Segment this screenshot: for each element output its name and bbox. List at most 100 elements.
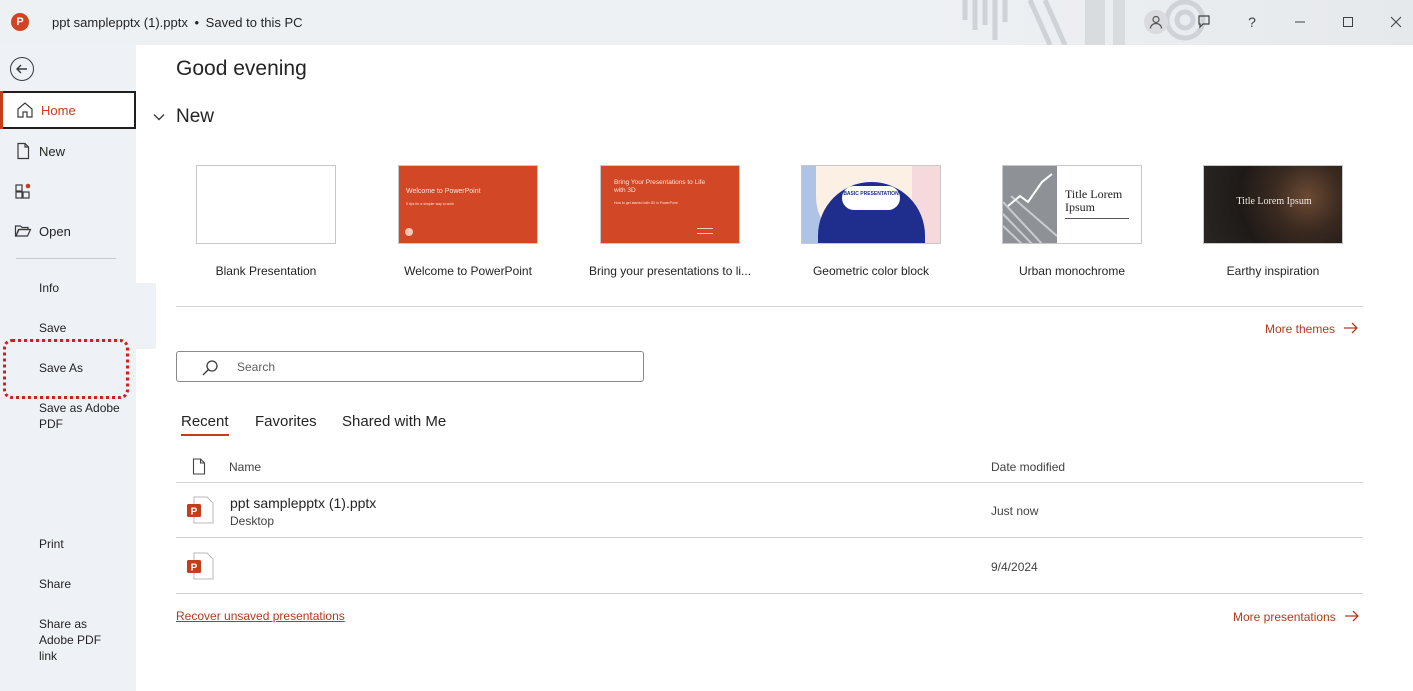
sidebar-item-label: New xyxy=(39,143,66,159)
more-presentations-link[interactable]: More presentations xyxy=(1233,610,1360,624)
minimize-icon xyxy=(1295,21,1305,23)
search-input[interactable]: Search xyxy=(176,351,644,382)
greeting-heading: Good evening xyxy=(176,57,307,80)
document-title[interactable]: ppt samplepptx (1).pptx • Saved to this … xyxy=(52,15,303,30)
maximize-button[interactable] xyxy=(1333,8,1363,36)
table-divider xyxy=(176,482,1363,483)
pptx-file-icon: P xyxy=(187,552,214,580)
title-bar: P ppt samplepptx (1).pptx • Saved to thi… xyxy=(0,0,1413,45)
template-thumbnail: Title Lorem Ipsum xyxy=(1203,165,1343,244)
thumbnail-footer xyxy=(697,228,713,234)
template-thumbnail: BASIC PRESENTATION xyxy=(801,165,941,244)
template-thumbnail xyxy=(196,165,336,244)
file-date: 9/4/2024 xyxy=(991,560,1038,574)
template-geometric[interactable]: BASIC PRESENTATION Geometric color block xyxy=(801,165,941,278)
sidebar-item-info[interactable]: Info xyxy=(39,280,59,296)
template-thumbnail: Title Lorem Ipsum xyxy=(1002,165,1142,244)
svg-text:P: P xyxy=(191,507,198,518)
tab-favorites[interactable]: Favorites xyxy=(255,413,317,430)
decorative-pattern xyxy=(962,0,1206,45)
thumbnail-logo xyxy=(405,228,413,236)
thumbnail-title: Bring Your Presentations to Life with 3D xyxy=(614,179,706,194)
template-caption: Geometric color block xyxy=(812,264,930,278)
template-thumbnail: Welcome to PowerPoint 5 tips for a simpl… xyxy=(398,165,538,244)
section-divider xyxy=(176,306,1363,307)
annotation-highlight-box xyxy=(3,339,129,399)
svg-text:P: P xyxy=(191,563,198,574)
thumbnail-title: Title Lorem Ipsum xyxy=(1236,196,1312,207)
sidebar-item-new[interactable]: New xyxy=(0,132,136,170)
thumbnail-title: Title Lorem Ipsum xyxy=(1065,187,1123,214)
title-separator: • xyxy=(194,15,200,30)
tab-shared[interactable]: Shared with Me xyxy=(342,413,446,430)
file-name: ppt samplepptx (1).pptx xyxy=(230,495,377,511)
maximize-icon xyxy=(1343,17,1353,27)
sidebar-item-save-as-pdf[interactable]: Save as Adobe PDF xyxy=(39,400,125,432)
thumbnail-subtitle: How to get started with 3D in PowerPoint xyxy=(614,201,678,205)
file-date: Just now xyxy=(991,504,1039,518)
template-blank[interactable]: Blank Presentation xyxy=(196,165,336,278)
template-welcome[interactable]: Welcome to PowerPoint 5 tips for a simpl… xyxy=(398,165,538,278)
template-urban[interactable]: Title Lorem Ipsum Urban monochrome xyxy=(1002,165,1142,278)
search-icon xyxy=(202,360,218,376)
home-icon xyxy=(16,101,34,119)
tab-recent[interactable]: Recent xyxy=(181,413,229,436)
save-status: Saved to this PC xyxy=(205,15,303,30)
arrow-right-icon xyxy=(1344,322,1359,334)
account-avatar[interactable] xyxy=(1144,10,1168,34)
template-caption: Welcome to PowerPoint xyxy=(404,264,532,278)
person-icon xyxy=(1149,15,1163,29)
arrow-left-icon xyxy=(16,64,27,74)
addin-icon xyxy=(14,182,32,200)
sidebar-item-print[interactable]: Print xyxy=(39,536,64,552)
more-themes-link[interactable]: More themes xyxy=(1265,322,1359,336)
chevron-down-icon[interactable] xyxy=(152,110,166,124)
thumbnail-photo xyxy=(1003,166,1057,243)
file-name: ppt samplepptx (1).pptx xyxy=(52,15,188,30)
table-divider xyxy=(176,593,1363,594)
template-3d[interactable]: Bring Your Presentations to Life with 3D… xyxy=(589,165,751,278)
thumbnail-rule xyxy=(1065,218,1129,219)
arrow-right-icon xyxy=(1345,610,1359,622)
sidebar-hover-tab xyxy=(136,283,156,349)
template-thumbnail: Bring Your Presentations to Life with 3D… xyxy=(600,165,740,244)
sidebar-item-addin[interactable] xyxy=(0,172,136,210)
minimize-button[interactable] xyxy=(1285,8,1315,36)
column-header-name[interactable]: Name xyxy=(229,460,261,474)
close-icon xyxy=(1390,16,1402,28)
sidebar-item-open[interactable]: Open xyxy=(0,212,136,250)
new-document-icon xyxy=(14,142,32,160)
column-header-date[interactable]: Date modified xyxy=(991,460,1065,474)
template-earthy[interactable]: Title Lorem Ipsum Earthy inspiration xyxy=(1203,165,1343,278)
pptx-file-icon: P xyxy=(187,496,214,524)
new-section-heading: New xyxy=(176,106,215,127)
file-type-icon xyxy=(192,458,206,475)
search-placeholder: Search xyxy=(237,360,276,374)
thumbnail-title: BASIC PRESENTATION xyxy=(843,191,899,197)
sidebar-item-share[interactable]: Share xyxy=(39,576,71,592)
template-caption: Earthy inspiration xyxy=(1226,264,1320,278)
powerpoint-logo-icon: P xyxy=(11,13,29,31)
more-presentations-label: More presentations xyxy=(1233,610,1336,624)
table-divider xyxy=(176,537,1363,538)
thumbnail-subtitle: 5 tips for a simpler way to work xyxy=(406,202,455,206)
thumbnail-card xyxy=(842,186,900,210)
sidebar-item-share-pdf-link[interactable]: Share as Adobe PDF link xyxy=(39,616,105,664)
close-button[interactable] xyxy=(1381,8,1411,36)
template-caption: Bring your presentations to li... xyxy=(588,264,752,278)
sidebar-divider xyxy=(16,258,116,259)
folder-open-icon xyxy=(14,222,32,240)
feedback-button[interactable] xyxy=(1189,8,1219,36)
sidebar-item-home[interactable]: Home xyxy=(0,91,136,129)
template-caption: Blank Presentation xyxy=(215,264,317,278)
more-themes-label: More themes xyxy=(1265,322,1336,336)
feedback-icon xyxy=(1198,15,1210,29)
thumbnail-title: Welcome to PowerPoint xyxy=(406,188,481,195)
sidebar-item-label: Home xyxy=(41,102,76,118)
sidebar-item-save[interactable]: Save xyxy=(39,320,66,336)
back-button[interactable] xyxy=(10,57,34,81)
recover-unsaved-link[interactable]: Recover unsaved presentations xyxy=(176,609,345,623)
file-location: Desktop xyxy=(230,514,275,528)
template-caption: Urban monochrome xyxy=(1018,264,1126,278)
help-button[interactable]: ? xyxy=(1237,8,1267,36)
